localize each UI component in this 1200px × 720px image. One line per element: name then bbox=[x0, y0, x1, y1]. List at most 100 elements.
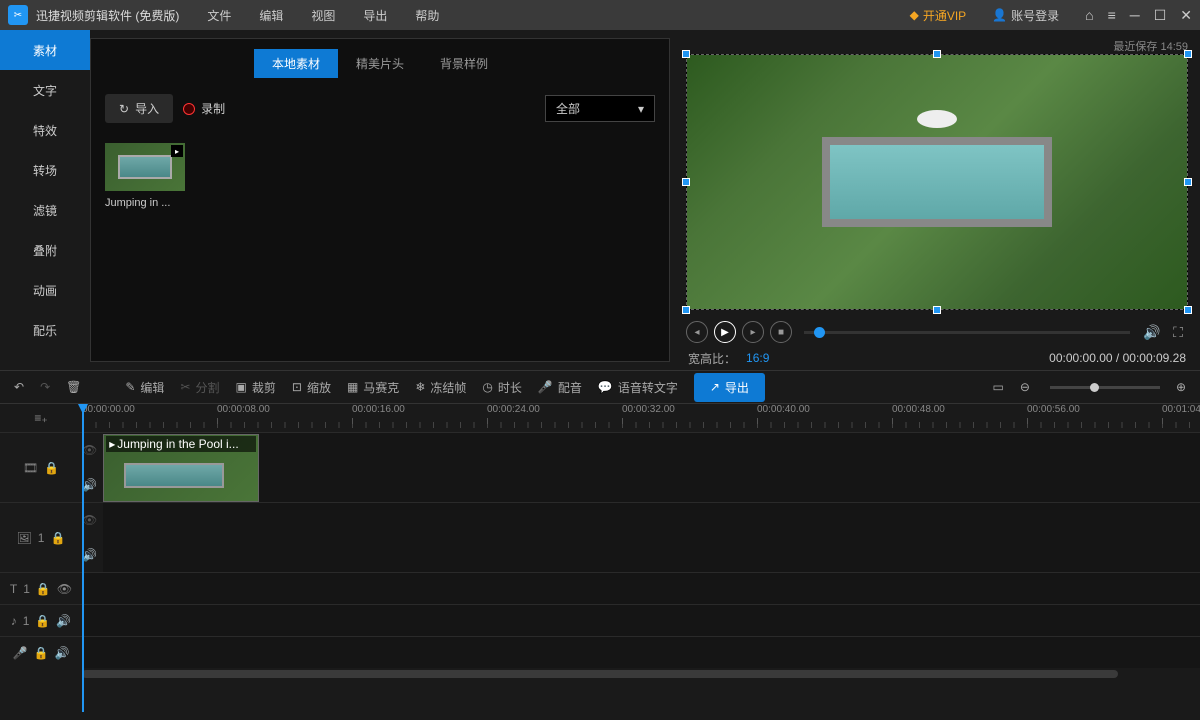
home-icon[interactable]: ⌂ bbox=[1085, 7, 1093, 23]
sidebar: 素材 文字 特效 转场 滤镜 叠附 动画 配乐 bbox=[0, 30, 90, 370]
prev-frame-button[interactable]: ◂ bbox=[686, 321, 708, 343]
horizontal-scrollbar[interactable] bbox=[0, 668, 1200, 680]
mic-icon: 🎤 bbox=[13, 646, 28, 660]
sound-icon[interactable]: 🔊 bbox=[82, 478, 97, 492]
sound-icon[interactable]: 🔊 bbox=[54, 646, 69, 660]
media-item[interactable]: ▸ Jumping in ... bbox=[105, 143, 185, 209]
sound-icon[interactable]: 🔊 bbox=[82, 548, 97, 562]
zoom-slider[interactable] bbox=[1050, 386, 1160, 389]
video-track: 🎞 🔒 👁🔊 ▸Jumping in the Pool i... bbox=[0, 432, 1200, 502]
title-bar: ✂ 迅捷视频剪辑软件 (免费版) 文件 编辑 视图 导出 帮助 ◆ 开通VIP … bbox=[0, 0, 1200, 30]
crop-button[interactable]: ▣裁剪 bbox=[236, 379, 276, 396]
lock-icon[interactable]: 🔒 bbox=[50, 531, 65, 545]
menu-export[interactable]: 导出 bbox=[363, 7, 387, 24]
account-button[interactable]: 👤 账号登录 bbox=[992, 7, 1059, 24]
maximize-button[interactable]: ☐ bbox=[1154, 7, 1167, 24]
resize-handle[interactable] bbox=[682, 178, 690, 186]
record-button[interactable]: 录制 bbox=[183, 100, 225, 117]
undo-button[interactable]: ↶ bbox=[14, 380, 24, 394]
timeline: ≡₊ 00:00:00.00 00:00:08.00 00:00:16.00 0… bbox=[0, 404, 1200, 720]
tab-intros[interactable]: 精美片头 bbox=[338, 49, 422, 78]
sidebar-item-transition[interactable]: 转场 bbox=[0, 150, 90, 190]
diamond-icon: ◆ bbox=[910, 8, 919, 22]
sidebar-item-overlay[interactable]: 叠附 bbox=[0, 230, 90, 270]
mic-track: 🎤 🔒 🔊 bbox=[0, 636, 1200, 668]
resize-handle[interactable] bbox=[682, 306, 690, 314]
close-button[interactable]: ✕ bbox=[1180, 7, 1192, 24]
voiceover-button[interactable]: 🎤配音 bbox=[538, 379, 582, 396]
preview-canvas[interactable] bbox=[686, 54, 1188, 310]
menu-file[interactable]: 文件 bbox=[207, 7, 231, 24]
filter-dropdown[interactable]: 全部 ▾ bbox=[545, 95, 655, 122]
hamburger-icon[interactable]: ≡ bbox=[1108, 7, 1116, 23]
chevron-down-icon: ▾ bbox=[638, 102, 644, 116]
sidebar-item-material[interactable]: 素材 bbox=[0, 30, 90, 70]
import-button[interactable]: ↻ 导入 bbox=[105, 94, 173, 123]
sidebar-item-text[interactable]: 文字 bbox=[0, 70, 90, 110]
lock-icon[interactable]: 🔒 bbox=[44, 461, 59, 475]
minimize-button[interactable]: ─ bbox=[1130, 7, 1140, 23]
media-thumbnail: ▸ bbox=[105, 143, 185, 191]
menu-help[interactable]: 帮助 bbox=[415, 7, 439, 24]
redo-button[interactable]: ↷ bbox=[40, 380, 50, 394]
lock-icon[interactable]: 🔒 bbox=[34, 646, 49, 660]
duration-button[interactable]: ◷时长 bbox=[482, 379, 522, 396]
playhead[interactable] bbox=[82, 404, 84, 712]
menu-view[interactable]: 视图 bbox=[311, 7, 335, 24]
aspect-value[interactable]: 16:9 bbox=[746, 351, 769, 365]
export-button[interactable]: ↗导出 bbox=[694, 373, 765, 402]
vip-button[interactable]: ◆ 开通VIP bbox=[910, 7, 967, 24]
media-item-label: Jumping in ... bbox=[105, 197, 185, 209]
edit-button[interactable]: ✎编辑 bbox=[125, 379, 164, 396]
split-button[interactable]: ✂分割 bbox=[180, 379, 219, 396]
fit-icon[interactable]: ▭ bbox=[993, 380, 1004, 394]
mic-icon: 🎤 bbox=[538, 380, 553, 394]
record-icon bbox=[183, 103, 195, 115]
progress-slider[interactable] bbox=[804, 331, 1130, 334]
sound-icon[interactable]: 🔊 bbox=[56, 614, 71, 628]
menu-edit[interactable]: 编辑 bbox=[259, 7, 283, 24]
lock-icon[interactable]: 🔒 bbox=[36, 582, 51, 596]
clip-icon: ▸ bbox=[109, 437, 115, 451]
speech-icon: 💬 bbox=[598, 380, 613, 394]
zoom-button[interactable]: ⊡缩放 bbox=[292, 379, 331, 396]
tab-backgrounds[interactable]: 背景样例 bbox=[422, 49, 506, 78]
lock-icon[interactable]: 🔒 bbox=[35, 614, 50, 628]
resize-handle[interactable] bbox=[933, 306, 941, 314]
timeline-toolbar: ↶ ↷ 🗑 ✎编辑 ✂分割 ▣裁剪 ⊡缩放 ▦马赛克 ❄冻结帧 ◷时长 🎤配音 … bbox=[0, 370, 1200, 404]
text-track: T1🔒👁 bbox=[0, 572, 1200, 604]
tab-local-media[interactable]: 本地素材 bbox=[254, 49, 338, 78]
stt-button[interactable]: 💬语音转文字 bbox=[598, 379, 678, 396]
sidebar-item-effects[interactable]: 特效 bbox=[0, 110, 90, 150]
aspect-label: 宽高比： bbox=[688, 350, 736, 367]
resize-handle[interactable] bbox=[1184, 50, 1192, 58]
next-frame-button[interactable]: ▸ bbox=[742, 321, 764, 343]
zoom-out-icon[interactable]: ⊖ bbox=[1020, 380, 1030, 394]
resize-handle[interactable] bbox=[682, 50, 690, 58]
resize-handle[interactable] bbox=[1184, 306, 1192, 314]
zoom-icon: ⊡ bbox=[292, 380, 302, 394]
resize-handle[interactable] bbox=[933, 50, 941, 58]
snowflake-icon: ❄ bbox=[415, 380, 425, 394]
eye-icon[interactable]: 👁 bbox=[82, 443, 97, 457]
fullscreen-icon[interactable]: ⛶ bbox=[1168, 322, 1188, 342]
resize-handle[interactable] bbox=[1184, 178, 1192, 186]
time-ruler[interactable]: 00:00:00.00 00:00:08.00 00:00:16.00 00:0… bbox=[82, 404, 1200, 432]
timeline-clip[interactable]: ▸Jumping in the Pool i... bbox=[103, 434, 259, 502]
sidebar-item-animation[interactable]: 动画 bbox=[0, 270, 90, 310]
sidebar-item-music[interactable]: 配乐 bbox=[0, 310, 90, 350]
media-panel: 本地素材 精美片头 背景样例 ↻ 导入 录制 全部 ▾ ▸ Jump bbox=[90, 38, 670, 362]
image-track: 🖼1🔒 👁🔊 bbox=[0, 502, 1200, 572]
eye-icon[interactable]: 👁 bbox=[57, 582, 72, 596]
freeze-button[interactable]: ❄冻结帧 bbox=[415, 379, 466, 396]
volume-icon[interactable]: 🔊 bbox=[1142, 322, 1162, 342]
eye-icon[interactable]: 👁 bbox=[82, 513, 97, 527]
delete-button[interactable]: 🗑 bbox=[66, 380, 81, 394]
sidebar-item-filter[interactable]: 滤镜 bbox=[0, 190, 90, 230]
stop-button[interactable]: ■ bbox=[770, 321, 792, 343]
time-display: 00:00:00.00 / 00:00:09.28 bbox=[1049, 351, 1186, 365]
play-button[interactable]: ▶ bbox=[714, 321, 736, 343]
mosaic-button[interactable]: ▦马赛克 bbox=[347, 379, 399, 396]
zoom-in-icon[interactable]: ⊕ bbox=[1176, 380, 1186, 394]
add-track-button[interactable]: ≡₊ bbox=[0, 404, 82, 432]
